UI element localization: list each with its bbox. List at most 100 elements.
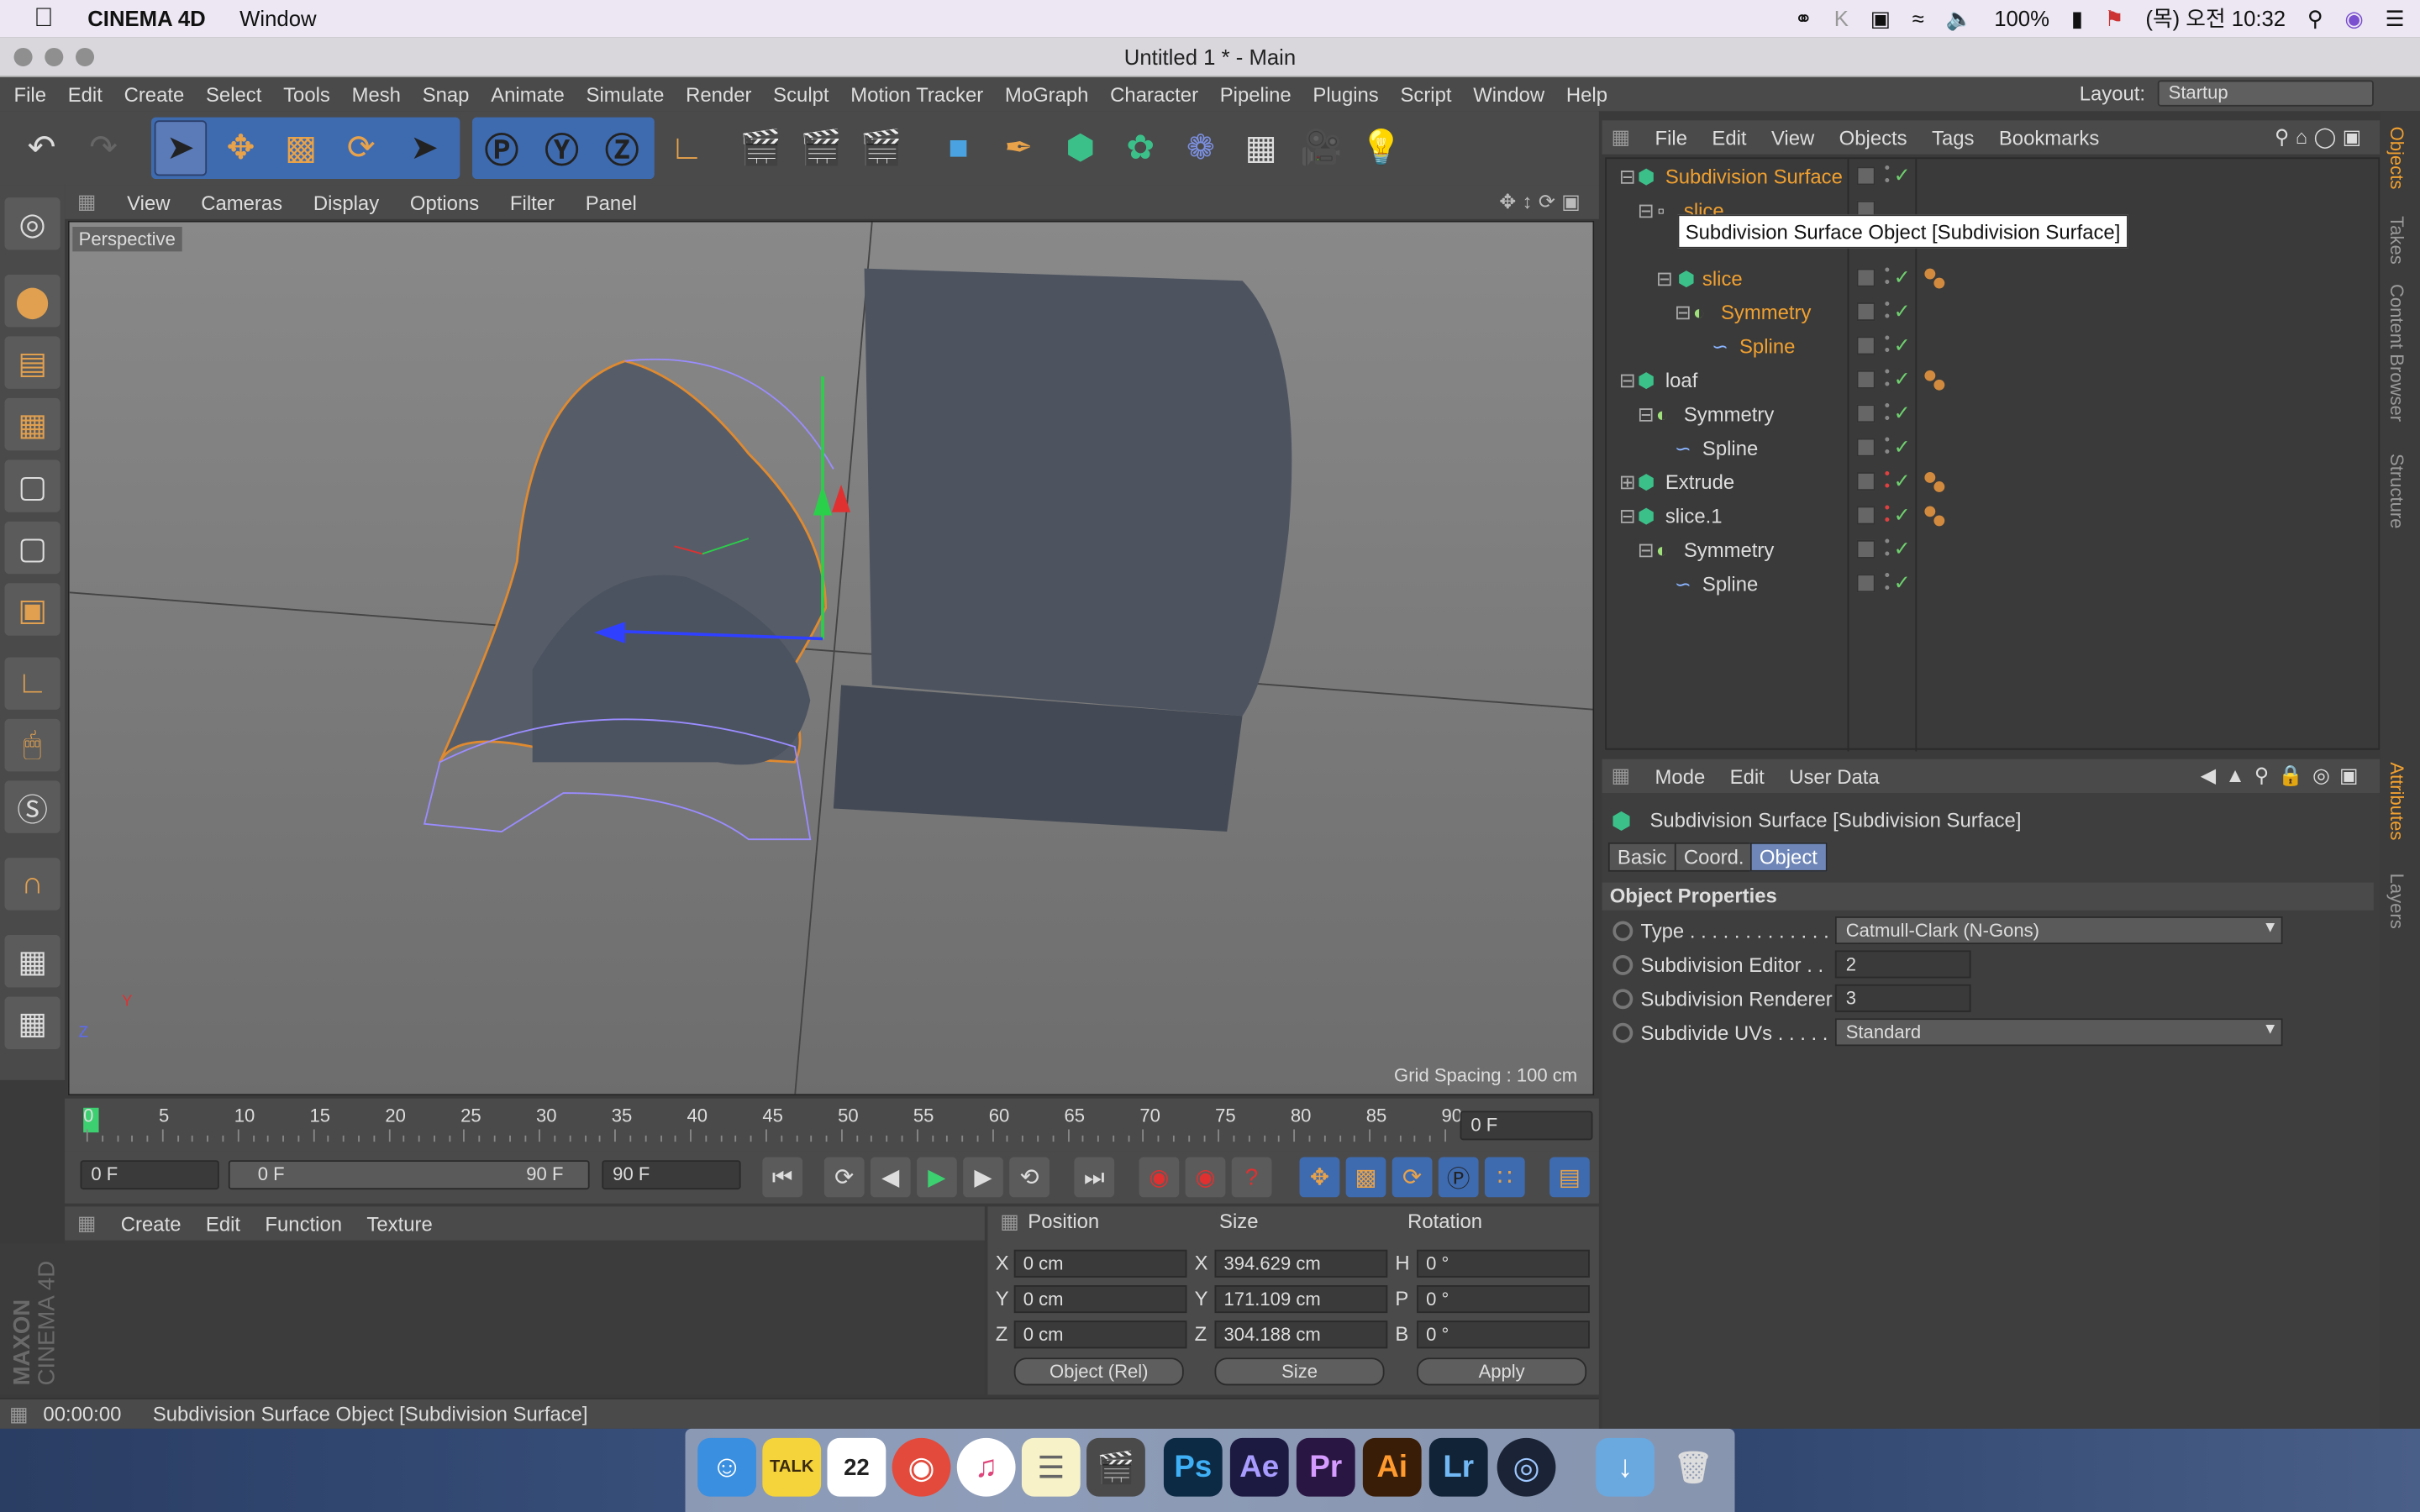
size-x-field[interactable]: 394.629 cm bbox=[1214, 1249, 1388, 1278]
animate-dot[interactable] bbox=[1612, 1022, 1634, 1043]
phong-tag-icon[interactable] bbox=[1924, 268, 1936, 280]
side-tab-structure[interactable]: Structure bbox=[2386, 454, 2408, 528]
side-tab-attributes[interactable]: Attributes bbox=[2386, 762, 2408, 840]
menu-motion-tracker[interactable]: Motion Tracker bbox=[850, 82, 983, 106]
enabled-check-icon[interactable]: ✓ bbox=[1894, 571, 1911, 596]
objects-menu-file[interactable]: File bbox=[1655, 126, 1687, 150]
spotlight-icon[interactable]: ⚲ bbox=[2307, 5, 2323, 31]
object-name[interactable]: Symmetry bbox=[1721, 301, 1811, 324]
objects-nav-icons[interactable]: ⚲⌂◯▣ bbox=[2275, 125, 2368, 150]
itunes-icon[interactable]: ♫ bbox=[956, 1437, 1016, 1497]
attributes-menu-edit[interactable]: Edit bbox=[1730, 764, 1765, 788]
make-editable-icon[interactable]: ◎ bbox=[4, 197, 60, 250]
battery-icon[interactable]: ▮ bbox=[2071, 5, 2083, 31]
cinema4d-dock-icon[interactable]: ◎ bbox=[1497, 1437, 1556, 1497]
expand-icon[interactable]: ⊞ bbox=[1619, 470, 1636, 495]
grip-icon[interactable]: ▦ bbox=[77, 1211, 97, 1236]
illustrator-icon[interactable]: Ai bbox=[1362, 1437, 1422, 1497]
size-y-field[interactable]: 171.109 cm bbox=[1214, 1285, 1388, 1314]
objects-menu-edit[interactable]: Edit bbox=[1712, 126, 1746, 150]
pos-x-field[interactable]: 0 cm bbox=[1013, 1249, 1187, 1278]
visibility-dots[interactable]: • • bbox=[1885, 331, 1890, 359]
objects-menu-view[interactable]: View bbox=[1771, 126, 1814, 150]
layout-dropdown[interactable]: Startup bbox=[2157, 80, 2374, 107]
phong-tag-icon[interactable] bbox=[1933, 379, 1945, 391]
enabled-check-icon[interactable]: ✓ bbox=[1894, 299, 1911, 323]
grip-icon[interactable]: ▦ bbox=[1000, 1210, 1019, 1234]
visibility-dots[interactable]: • • bbox=[1885, 467, 1890, 495]
goto-end-icon[interactable]: ⏭ bbox=[1074, 1157, 1115, 1198]
grip-icon[interactable]: ▦ bbox=[77, 190, 97, 214]
edges-mode-icon[interactable]: ▢ bbox=[4, 521, 60, 575]
menu-snap[interactable]: Snap bbox=[423, 82, 470, 106]
timeline-ruler[interactable]: 0 5 10 15 20 25 30 35 40 45 50 55 60 65 70 75 80 85 90 0 F bbox=[65, 1098, 1599, 1152]
tab-object[interactable]: Object bbox=[1749, 842, 1827, 872]
app-menu[interactable]: CINEMA 4D bbox=[87, 6, 206, 30]
trash-icon[interactable]: 🗑 bbox=[1664, 1438, 1723, 1497]
enabled-check-icon[interactable]: ✓ bbox=[1894, 367, 1911, 391]
animate-dot[interactable] bbox=[1612, 954, 1634, 975]
tab-basic[interactable]: Basic bbox=[1607, 842, 1676, 872]
rot-h-field[interactable]: 0 ° bbox=[1417, 1249, 1590, 1278]
lightroom-icon[interactable]: Lr bbox=[1428, 1437, 1488, 1497]
layer-tag-icon[interactable] bbox=[1856, 166, 1876, 186]
side-tab-content-browser[interactable]: Content Browser bbox=[2386, 284, 2408, 422]
animate-dot[interactable] bbox=[1612, 921, 1634, 942]
object-name[interactable]: loaf bbox=[1665, 369, 1698, 392]
timeline-window-icon[interactable]: ▤ bbox=[1549, 1157, 1590, 1198]
keyframe-selection-icon[interactable]: ? bbox=[1231, 1157, 1272, 1198]
enabled-check-icon[interactable]: ✓ bbox=[1894, 164, 1911, 188]
menu-character[interactable]: Character bbox=[1110, 82, 1198, 106]
expand-icon[interactable]: ⊟ bbox=[1619, 165, 1636, 190]
viewport-menu-panel[interactable]: Panel bbox=[586, 191, 637, 214]
object-row-spline-3[interactable]: ∽ Spline • • ✓ bbox=[1607, 568, 2378, 601]
attributes-nav-icons[interactable]: ◀▲⚲🔒◎▣ bbox=[2201, 764, 2368, 788]
viewport-menu-view[interactable]: View bbox=[127, 191, 170, 214]
x-axis-lock-icon[interactable]: Ⓟ bbox=[476, 120, 528, 176]
expand-icon[interactable]: ⊟ bbox=[1656, 267, 1673, 291]
cube-primitive-icon[interactable]: ■ bbox=[932, 120, 984, 176]
viewport-menu-cameras[interactable]: Cameras bbox=[201, 191, 282, 214]
layer-tag-icon[interactable] bbox=[1856, 302, 1876, 322]
coordinate-system-icon[interactable]: ∟ bbox=[660, 120, 713, 176]
redo-icon[interactable]: ↷ bbox=[77, 120, 129, 176]
menu-animate[interactable]: Animate bbox=[491, 82, 565, 106]
expand-icon[interactable]: ⊟ bbox=[1619, 369, 1636, 393]
attributes-menu-user-data[interactable]: User Data bbox=[1789, 764, 1880, 788]
viewport-menu-options[interactable]: Options bbox=[410, 191, 479, 214]
end-frame-field[interactable]: 90 F bbox=[602, 1160, 741, 1190]
object-row-loaf[interactable]: ⊟ ⬢ loaf • • ✓ bbox=[1607, 364, 2378, 397]
object-name[interactable]: Extrude bbox=[1665, 470, 1734, 494]
size-z-field[interactable]: 304.188 cm bbox=[1214, 1320, 1388, 1349]
layer-tag-icon[interactable] bbox=[1856, 472, 1876, 491]
pos-z-field[interactable]: 0 cm bbox=[1013, 1320, 1187, 1349]
animate-dot[interactable] bbox=[1612, 989, 1634, 1010]
enabled-check-icon[interactable]: ✓ bbox=[1894, 503, 1911, 528]
visibility-dots[interactable]: • • bbox=[1885, 161, 1890, 189]
object-row-spline[interactable]: ∽ Spline • • ✓ bbox=[1607, 330, 2378, 364]
model-mode-icon[interactable]: ⬤ bbox=[4, 274, 60, 328]
viewport-menu-filter[interactable]: Filter bbox=[510, 191, 555, 214]
texture-mode-icon[interactable]: ▤ bbox=[4, 336, 60, 389]
k-icon[interactable]: K bbox=[1834, 6, 1849, 30]
attributes-menu-mode[interactable]: Mode bbox=[1655, 764, 1706, 788]
notification-icon[interactable]: ☰ bbox=[2386, 5, 2405, 31]
play-icon[interactable]: ▶ bbox=[917, 1157, 957, 1198]
enabled-check-icon[interactable]: ✓ bbox=[1894, 435, 1911, 459]
display-icon[interactable]: ▣ bbox=[1870, 5, 1891, 31]
layer-tag-icon[interactable] bbox=[1856, 438, 1876, 457]
deformer-icon[interactable]: ❁ bbox=[1175, 120, 1227, 176]
after-effects-icon[interactable]: Ae bbox=[1229, 1437, 1289, 1497]
menu-select[interactable]: Select bbox=[206, 82, 261, 106]
object-row-symmetry[interactable]: ⊟ ◐ Symmetry • • ✓ bbox=[1607, 297, 2378, 330]
layer-tag-icon[interactable] bbox=[1856, 506, 1876, 525]
object-name[interactable]: Subdivision Surface bbox=[1665, 165, 1843, 189]
pos-y-field[interactable]: 0 cm bbox=[1013, 1285, 1187, 1314]
apple-icon[interactable]:  bbox=[34, 3, 53, 34]
subdivision-renderer-field[interactable]: 3 bbox=[1834, 984, 1971, 1012]
visibility-dots[interactable]: • • bbox=[1885, 297, 1890, 325]
light-icon[interactable]: 💡 bbox=[1355, 120, 1407, 176]
visibility-dots[interactable]: • • bbox=[1885, 433, 1890, 460]
enabled-check-icon[interactable]: ✓ bbox=[1894, 537, 1911, 561]
layer-tag-icon[interactable] bbox=[1856, 370, 1876, 389]
